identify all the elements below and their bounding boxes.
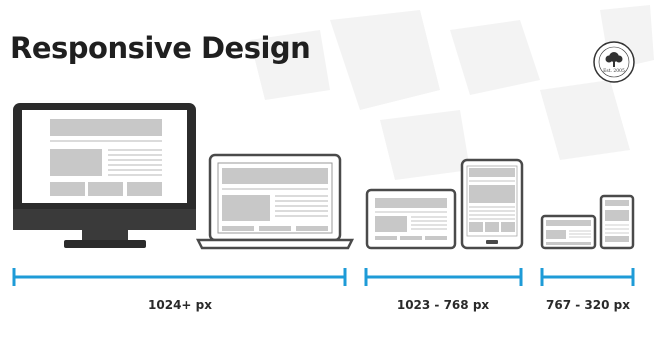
range-label-desktop: 1024+ px [148, 298, 212, 312]
phone-landscape-icon [540, 214, 597, 250]
range-bar-phone [540, 268, 635, 286]
tablet-portrait-icon [460, 158, 524, 250]
range-label-tablet: 1023 - 768 px [396, 298, 490, 312]
desktop-monitor-icon [13, 103, 196, 248]
phone-portrait-icon [599, 194, 635, 250]
tablet-landscape-icon [365, 188, 457, 250]
range-bar-tablet [364, 268, 523, 286]
range-bars [12, 268, 635, 286]
laptop-icon [195, 153, 355, 250]
diagram-canvas: Responsive Design Est. 2005 1024+ px 102… [0, 0, 654, 354]
range-bar-desktop [12, 268, 347, 286]
devices [13, 103, 635, 250]
range-label-phone: 767 - 320 px [546, 298, 630, 312]
